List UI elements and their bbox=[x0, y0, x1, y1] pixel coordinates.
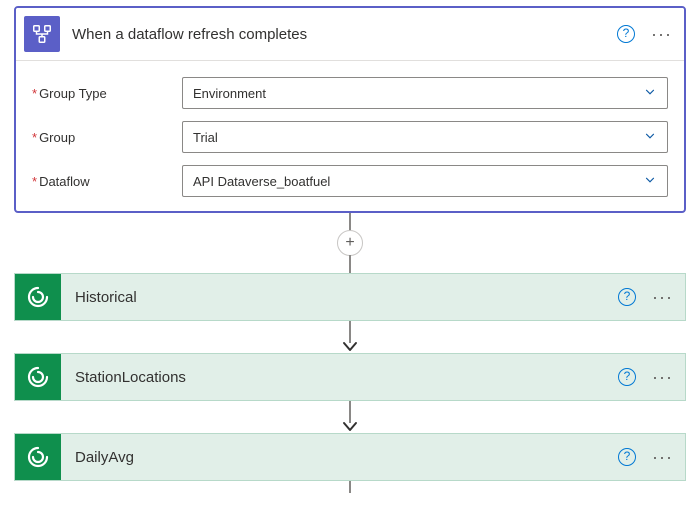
chevron-down-icon bbox=[643, 129, 657, 146]
label-text: Group Type bbox=[39, 86, 107, 101]
field-row-group: *Group Trial bbox=[32, 121, 668, 153]
connector-trailing bbox=[10, 481, 690, 493]
field-label: *Group bbox=[32, 130, 182, 145]
chevron-down-icon bbox=[643, 173, 657, 190]
required-asterisk: * bbox=[32, 86, 37, 101]
label-text: Dataflow bbox=[39, 174, 90, 189]
group-select[interactable]: Trial bbox=[182, 121, 668, 153]
more-menu-icon[interactable]: ··· bbox=[650, 292, 675, 302]
select-value: Trial bbox=[193, 130, 218, 145]
label-text: Group bbox=[39, 130, 75, 145]
select-value: API Dataverse_boatfuel bbox=[193, 174, 330, 189]
action-card-dailyavg[interactable]: DailyAvg ? ··· bbox=[14, 433, 686, 481]
select-value: Environment bbox=[193, 86, 266, 101]
swirl-icon bbox=[15, 274, 61, 320]
action-title: Historical bbox=[75, 289, 618, 306]
more-menu-icon[interactable]: ··· bbox=[650, 372, 675, 382]
help-icon[interactable]: ? bbox=[618, 368, 636, 386]
connector-line bbox=[349, 401, 351, 423]
action-card-stationlocations[interactable]: StationLocations ? ··· bbox=[14, 353, 686, 401]
trigger-body: *Group Type Environment *Group Trial bbox=[16, 61, 684, 211]
connector-plus: + bbox=[10, 213, 690, 273]
field-label: *Dataflow bbox=[32, 174, 182, 189]
trigger-card: When a dataflow refresh completes ? ··· … bbox=[14, 6, 686, 213]
arrow-down-icon bbox=[342, 341, 358, 353]
more-menu-icon[interactable]: ··· bbox=[650, 452, 675, 462]
dataflow-icon bbox=[24, 16, 60, 52]
connector-line bbox=[349, 213, 351, 231]
field-row-dataflow: *Dataflow API Dataverse_boatfuel bbox=[32, 165, 668, 197]
action-title: StationLocations bbox=[75, 369, 618, 386]
arrow-down-icon bbox=[342, 421, 358, 433]
field-row-group-type: *Group Type Environment bbox=[32, 77, 668, 109]
connector-line bbox=[349, 481, 351, 493]
connector-line bbox=[349, 321, 351, 343]
swirl-icon bbox=[15, 434, 61, 480]
action-card-historical[interactable]: Historical ? ··· bbox=[14, 273, 686, 321]
swirl-icon bbox=[15, 354, 61, 400]
trigger-header[interactable]: When a dataflow refresh completes ? ··· bbox=[16, 8, 684, 61]
connector-arrow bbox=[10, 401, 690, 433]
more-menu-icon[interactable]: ··· bbox=[649, 29, 674, 39]
help-icon[interactable]: ? bbox=[618, 448, 636, 466]
required-asterisk: * bbox=[32, 174, 37, 189]
help-icon[interactable]: ? bbox=[617, 25, 635, 43]
trigger-title: When a dataflow refresh completes bbox=[72, 26, 617, 43]
add-step-button[interactable]: + bbox=[337, 230, 363, 256]
required-asterisk: * bbox=[32, 130, 37, 145]
connector-arrow bbox=[10, 321, 690, 353]
group-type-select[interactable]: Environment bbox=[182, 77, 668, 109]
chevron-down-icon bbox=[643, 85, 657, 102]
help-icon[interactable]: ? bbox=[618, 288, 636, 306]
connector-line bbox=[349, 255, 351, 273]
flow-designer-canvas: When a dataflow refresh completes ? ··· … bbox=[0, 0, 700, 493]
action-title: DailyAvg bbox=[75, 449, 618, 466]
field-label: *Group Type bbox=[32, 86, 182, 101]
dataflow-select[interactable]: API Dataverse_boatfuel bbox=[182, 165, 668, 197]
